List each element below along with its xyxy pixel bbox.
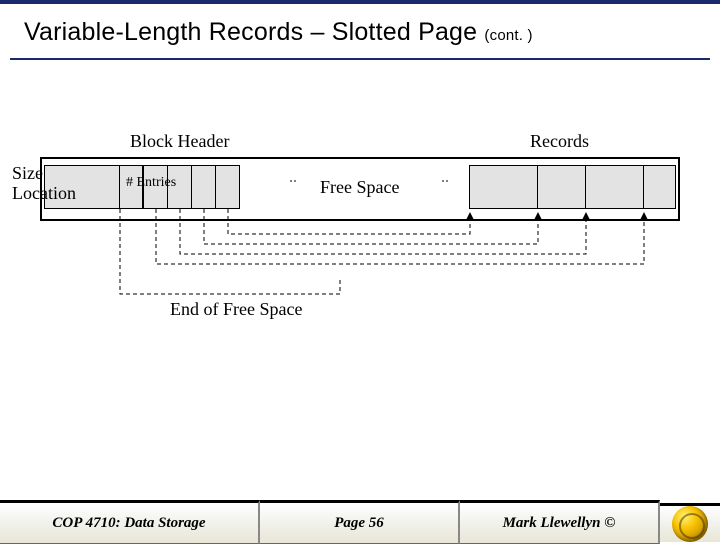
footer-author: Mark Llewellyn © [460, 500, 660, 544]
header-slot-5 [216, 165, 240, 209]
label-end-of-free-space: End of Free Space [170, 299, 302, 320]
record-2 [538, 165, 586, 209]
header-slot-4 [192, 165, 216, 209]
record-1 [470, 165, 538, 209]
ucf-logo-icon [672, 506, 708, 542]
label-block-header: Block Header [130, 131, 229, 152]
footer-bar: COP 4710: Data Storage Page 56 Mark Llew… [0, 500, 720, 544]
footer-logo-cell [660, 503, 720, 542]
footer-course: COP 4710: Data Storage [0, 500, 260, 544]
label-entries: # Entries [126, 175, 176, 191]
record-3 [586, 165, 644, 209]
label-records: Records [530, 131, 589, 152]
page-frame-bottom [40, 217, 680, 221]
label-size-location: Size Location [12, 163, 76, 203]
title-main: Variable-Length Records – Slotted Page [24, 18, 477, 46]
title-rule [10, 58, 710, 60]
record-4 [644, 165, 675, 209]
label-free-space: Free Space [320, 177, 399, 198]
title-cont: (cont. ) [484, 27, 532, 44]
slide-title: Variable-Length Records – Slotted Page (… [0, 4, 720, 51]
footer-page: Page 56 [260, 500, 460, 544]
slotted-page-diagram: Block Header Records Size Location # Ent… [40, 119, 680, 329]
